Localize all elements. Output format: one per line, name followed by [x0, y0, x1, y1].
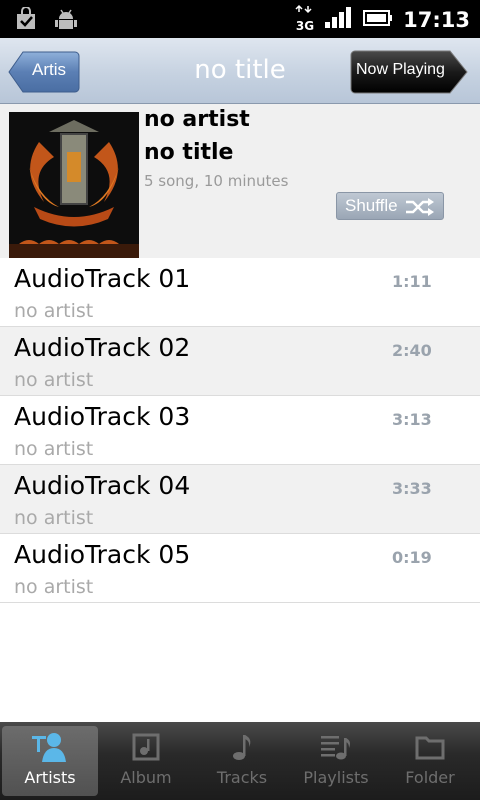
back-button[interactable]: Artis [8, 51, 80, 93]
track-title: AudioTrack 02 [14, 333, 191, 362]
tab-album[interactable]: Album [98, 726, 194, 796]
track-title: AudioTrack 04 [14, 471, 191, 500]
shuffle-label: Shuffle [345, 196, 398, 215]
album-artist: no artist [144, 107, 250, 132]
track-row[interactable]: AudioTrack 05 no artist 0:19 [0, 534, 480, 603]
track-title: AudioTrack 01 [14, 264, 191, 293]
track-row[interactable]: AudioTrack 02 no artist 2:40 [0, 327, 480, 396]
track-artist: no artist [14, 300, 94, 322]
album-cover-art [9, 112, 139, 258]
shuffle-button[interactable]: Shuffle [336, 192, 444, 220]
now-playing-button[interactable]: Now Playing [350, 50, 468, 94]
album-header: no artist no title 5 song, 10 minutes Sh… [0, 104, 480, 258]
track-row[interactable]: AudioTrack 03 no artist 3:13 [0, 396, 480, 465]
network-3g-icon: 3G [295, 4, 315, 36]
tab-artists[interactable]: Artists [2, 726, 98, 796]
tab-label: Album [120, 768, 172, 787]
track-row[interactable]: AudioTrack 04 no artist 3:33 [0, 465, 480, 534]
tab-folder[interactable]: Folder [382, 726, 478, 796]
bottom-tab-bar: Artists Album Tracks Playlists Folder [0, 722, 480, 800]
network-type-label: 3G [296, 19, 314, 32]
back-button-label: Artis [32, 60, 66, 79]
track-title: AudioTrack 03 [14, 402, 191, 431]
title-bar: Artis no title Now Playing [0, 38, 480, 104]
music-note-icon [233, 735, 251, 760]
now-playing-label: Now Playing [356, 61, 445, 78]
shopping-bag-icon [14, 6, 38, 35]
playlist-icon [321, 736, 350, 760]
track-artist: no artist [14, 438, 94, 460]
tab-playlists[interactable]: Playlists [288, 726, 384, 796]
battery-icon [363, 9, 393, 31]
track-row[interactable]: AudioTrack 01 no artist 1:11 [0, 258, 480, 327]
folder-icon [415, 736, 445, 760]
clock: 17:13 [403, 8, 470, 32]
track-artist: no artist [14, 369, 94, 391]
tab-label: Folder [405, 768, 455, 787]
status-bar: 3G 17:13 [0, 0, 480, 38]
tab-label: Playlists [303, 768, 369, 787]
track-list: AudioTrack 01 no artist 1:11 AudioTrack … [0, 258, 480, 603]
android-debug-icon [54, 7, 78, 35]
track-duration: 2:40 [392, 341, 432, 360]
tab-tracks[interactable]: Tracks [194, 726, 290, 796]
shuffle-icon [406, 198, 434, 216]
track-duration: 0:19 [392, 548, 432, 567]
signal-strength-icon [325, 6, 353, 34]
album-title: no title [144, 140, 234, 165]
tab-label: Tracks [216, 768, 268, 787]
track-artist: no artist [14, 507, 94, 529]
artist-icon [32, 733, 66, 762]
track-duration: 1:11 [392, 272, 432, 291]
album-summary: 5 song, 10 minutes [144, 172, 289, 190]
tab-label: Artists [24, 768, 76, 787]
track-title: AudioTrack 05 [14, 540, 191, 569]
track-duration: 3:33 [392, 479, 432, 498]
page-title: no title [194, 55, 286, 85]
track-artist: no artist [14, 576, 94, 598]
album-icon [132, 733, 160, 761]
track-duration: 3:13 [392, 410, 432, 429]
